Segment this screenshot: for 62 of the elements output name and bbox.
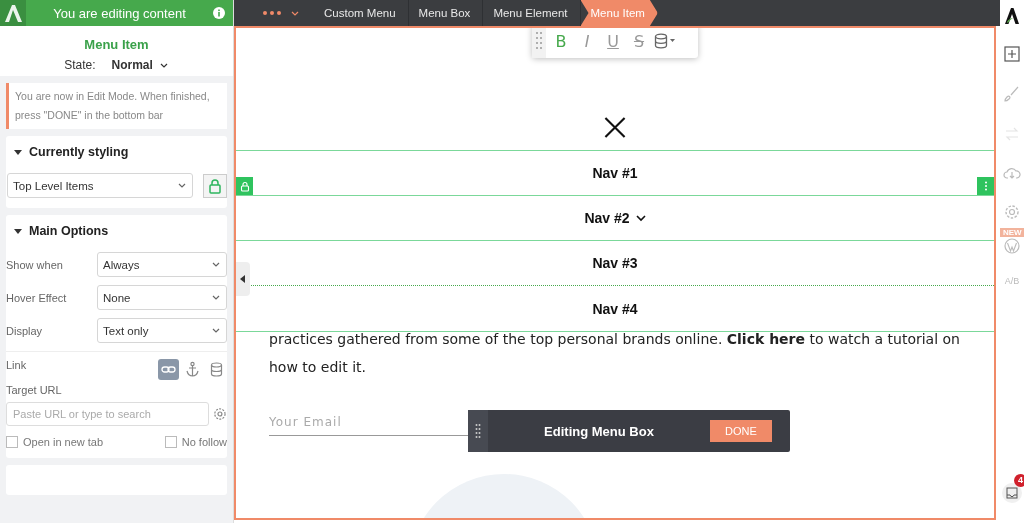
lock-icon — [239, 180, 250, 192]
database-icon — [654, 33, 676, 49]
add-icon[interactable] — [1004, 46, 1020, 62]
more-icon[interactable] — [262, 10, 282, 16]
notification-count: 4 — [1014, 474, 1024, 487]
select-dropdown[interactable]: Top Level Items — [7, 173, 194, 198]
chevron-down-icon — [211, 260, 221, 269]
section-title[interactable]: Main Options — [29, 224, 109, 238]
caret-down-icon[interactable] — [13, 226, 23, 236]
drag-handle-icon[interactable] — [468, 410, 488, 452]
database-icon — [208, 361, 225, 378]
checkbox-label: No follow — [181, 436, 227, 448]
state-label: State: — [64, 58, 96, 72]
select-dropdown[interactable]: None — [97, 285, 227, 310]
settings-icon[interactable] — [1004, 204, 1020, 220]
editing-title: Editing Menu Box — [543, 423, 655, 439]
nav-item[interactable]: Nav #2 — [584, 210, 646, 226]
more-icon — [983, 181, 988, 191]
chevron-down-icon — [211, 326, 221, 335]
header-title: You are editing content — [52, 5, 187, 21]
chevron-down-icon — [635, 214, 646, 222]
option-label: Display — [6, 324, 43, 337]
body-paragraph: practices gathered from some of the top personal brands online. Click here to watch a tutorial on how to edit it. — [269, 330, 961, 377]
select-dropdown[interactable]: Text only — [97, 318, 227, 343]
checkbox[interactable] — [164, 436, 177, 448]
drag-handle-icon[interactable] — [532, 28, 546, 58]
option-label: Hover Effect — [6, 291, 67, 304]
option-label: Link — [6, 359, 27, 371]
close-icon[interactable] — [603, 116, 627, 139]
notifications-button[interactable] — [1002, 483, 1022, 503]
url-input-field[interactable]: Paste URL or type to search — [6, 402, 210, 426]
brush-icon[interactable] — [1004, 86, 1020, 102]
logo-icon[interactable] — [1004, 7, 1020, 25]
element-title: Menu Item — [83, 37, 150, 52]
caret-left-icon — [239, 275, 245, 283]
select-dropdown[interactable]: Always — [97, 252, 227, 277]
more-handle[interactable] — [977, 177, 994, 195]
link-mode-button[interactable] — [158, 359, 179, 380]
checkbox[interactable] — [6, 436, 18, 448]
lock-handle[interactable] — [236, 177, 253, 195]
chevron-down-icon — [177, 181, 188, 190]
lock-button[interactable] — [203, 173, 227, 198]
checkbox-label: Open in new tab — [23, 436, 104, 448]
lock-icon — [208, 177, 223, 194]
chevron-down-icon — [211, 293, 221, 302]
collapse-sidebar-button[interactable] — [236, 262, 250, 296]
state-dropdown[interactable]: Normal — [111, 58, 169, 72]
edit-mode-notice: You are now in Edit Mode. When finished, press "DONE" in the bottom bar — [6, 83, 227, 129]
nav-item[interactable]: Nav #4 — [592, 300, 638, 317]
option-label: Target URL — [6, 384, 63, 396]
anchor-icon — [184, 361, 201, 378]
inbox-icon — [1006, 487, 1018, 499]
settings-icon[interactable] — [213, 407, 227, 421]
caret-down-icon[interactable] — [13, 147, 23, 157]
nav-item[interactable]: Nav #1 — [592, 165, 638, 181]
section-title[interactable]: Currently styling — [29, 145, 129, 159]
new-badge: NEW — [1000, 228, 1024, 237]
wordpress-icon[interactable] — [1004, 238, 1020, 254]
cloud-download-icon[interactable] — [1003, 166, 1021, 180]
info-icon[interactable] — [213, 7, 225, 19]
nav-item[interactable]: Nav #3 — [592, 255, 638, 271]
option-label: Show when — [6, 258, 63, 271]
